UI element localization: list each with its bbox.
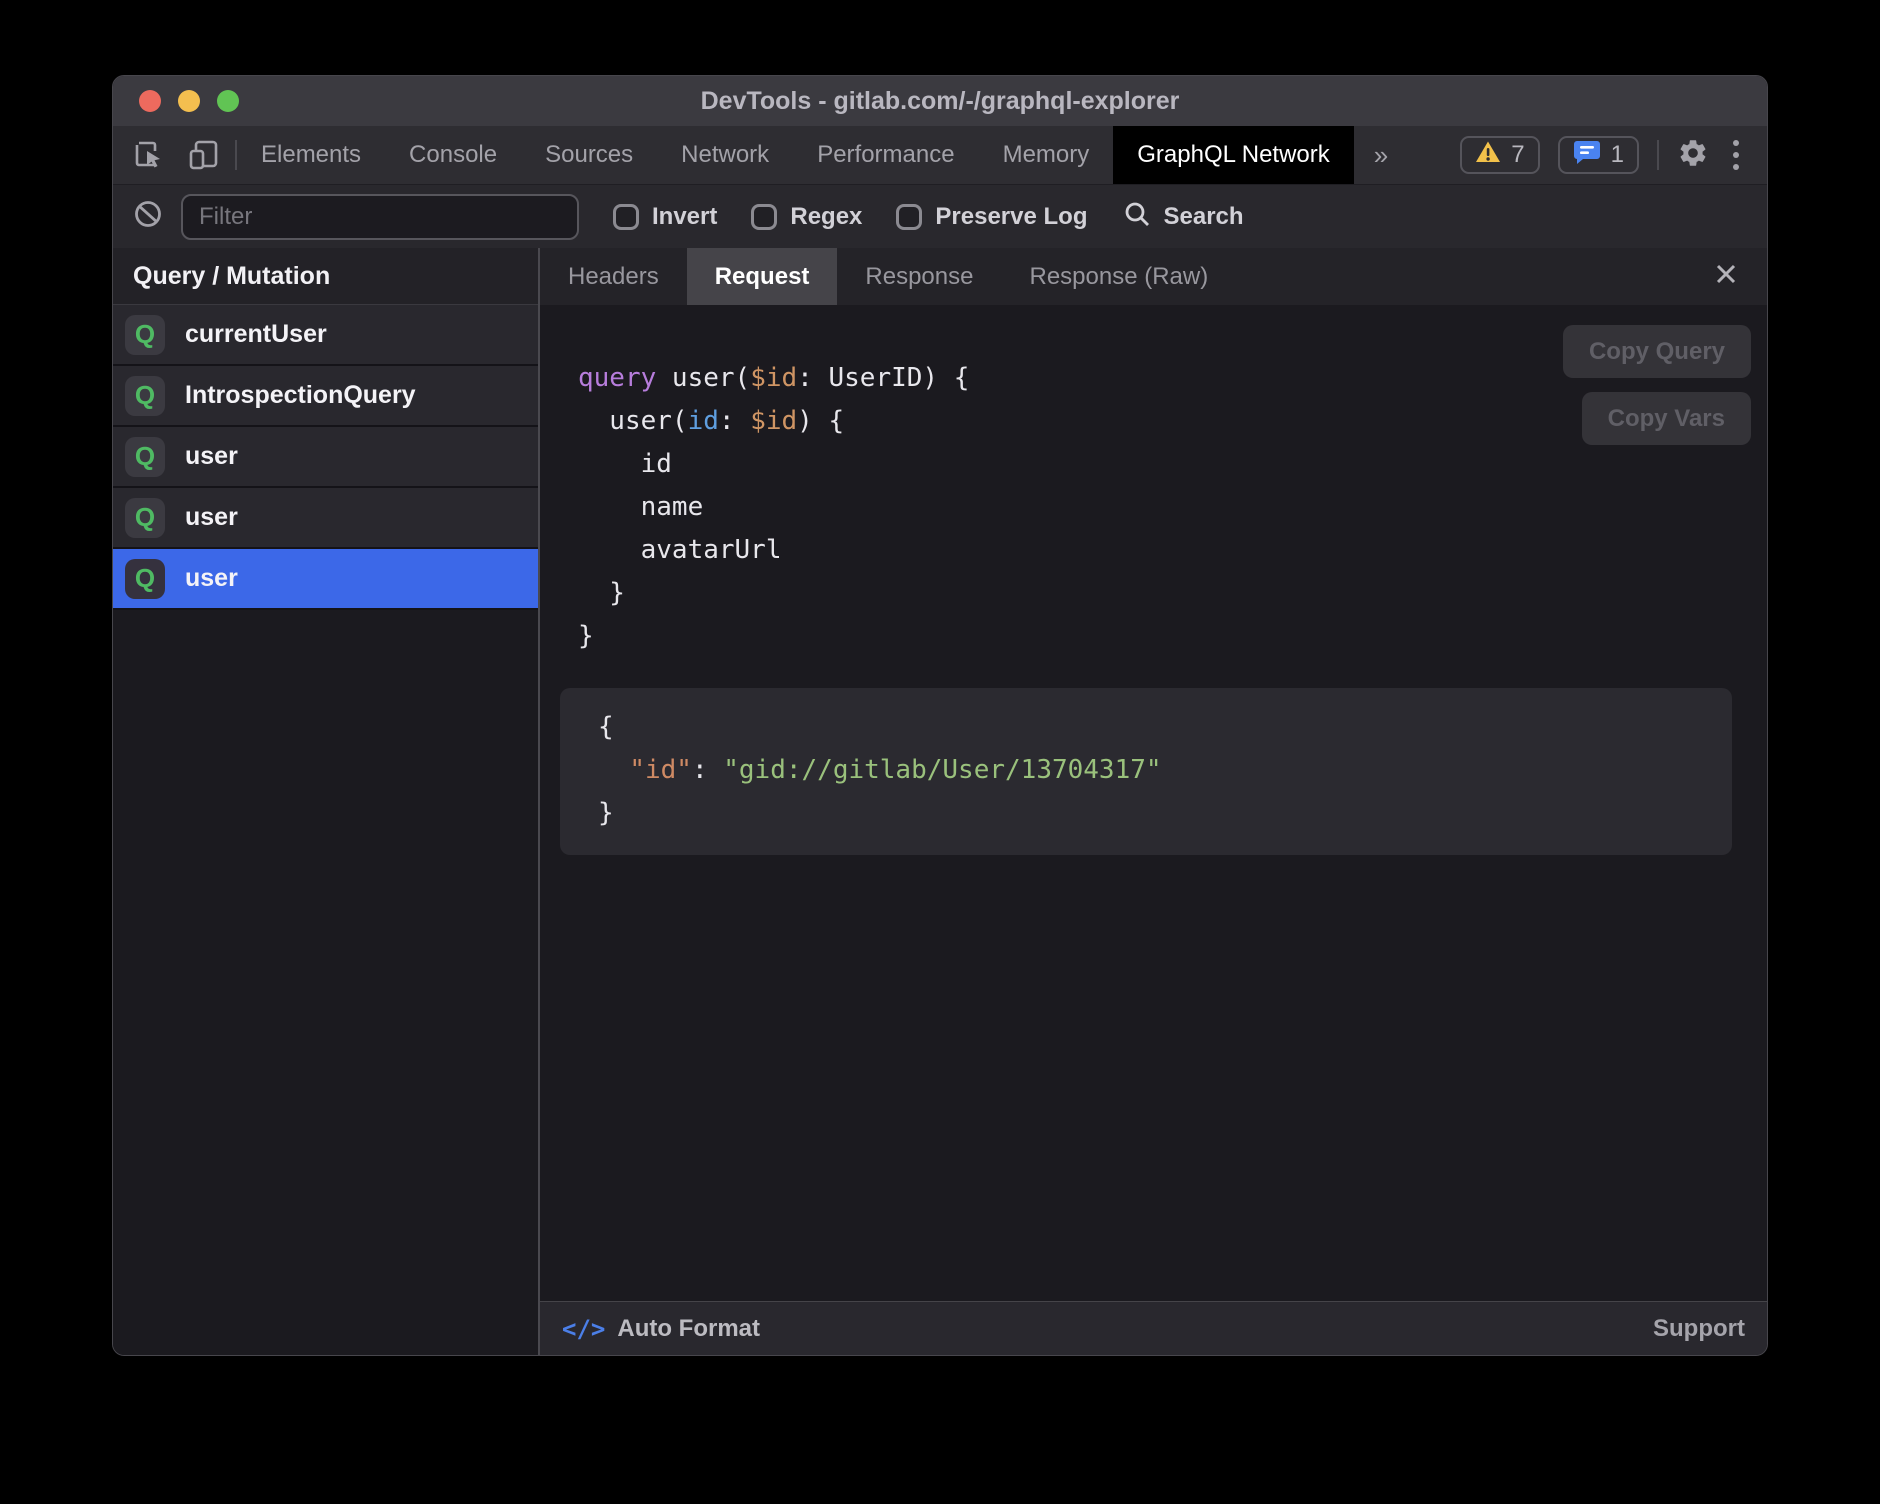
close-detail-icon[interactable] [1707, 255, 1745, 298]
checkbox-group-invert: Invert [613, 203, 717, 231]
checkbox-invert[interactable] [613, 204, 639, 230]
copy-vars-button[interactable]: Copy Vars [1582, 392, 1751, 445]
minimize-window-button[interactable] [178, 90, 200, 112]
clear-block-icon[interactable] [133, 199, 163, 234]
copy-query-button[interactable]: Copy Query [1563, 325, 1751, 378]
devtools-tab-network[interactable]: Network [657, 126, 793, 184]
warning-icon [1475, 140, 1501, 171]
devtools-toolbar: ElementsConsoleSourcesNetworkPerformance… [113, 126, 1767, 184]
toolbar-right-separator [1657, 140, 1659, 170]
auto-format-label: Auto Format [617, 1315, 760, 1343]
devtools-tab-graphql-network[interactable]: GraphQL Network [1113, 126, 1354, 184]
code-line: avatarUrl [578, 529, 1767, 572]
query-list-item[interactable]: Q IntrospectionQuery [113, 366, 538, 427]
detail-tab-headers[interactable]: Headers [540, 248, 687, 305]
devtools-tab-strip: ElementsConsoleSourcesNetworkPerformance… [237, 126, 1354, 184]
toolbar-left-icons [113, 126, 235, 184]
support-link[interactable]: Support [1653, 1315, 1745, 1343]
code-line: name [578, 486, 1767, 529]
inspect-element-icon[interactable] [133, 139, 165, 171]
variables-box: { "id": "gid://gitlab/User/13704317"} [560, 688, 1732, 855]
code-line: "id": "gid://gitlab/User/13704317" [598, 749, 1712, 792]
code-line: } [578, 572, 1767, 615]
checkbox-label: Invert [652, 203, 717, 231]
filter-input[interactable] [181, 194, 579, 240]
variables-code: { "id": "gid://gitlab/User/13704317"} [598, 706, 1712, 835]
devtools-window: DevTools - gitlab.com/-/graphql-explorer… [112, 75, 1768, 1356]
kebab-menu-icon[interactable] [1727, 140, 1745, 170]
query-type-badge: Q [125, 437, 165, 477]
query-list-header: Query / Mutation [113, 248, 538, 305]
more-tabs-button[interactable]: » [1354, 126, 1408, 184]
query-name-label: currentUser [185, 320, 327, 349]
checkbox-group-preserve-log: Preserve Log [896, 203, 1087, 231]
checkbox-group-regex: Regex [751, 203, 862, 231]
issues-count: 1 [1611, 141, 1624, 169]
devtools-tab-performance[interactable]: Performance [793, 126, 978, 184]
query-list-item[interactable]: Quser [113, 488, 538, 549]
copy-buttons: Copy Query Copy Vars [1563, 325, 1751, 445]
code-brackets-icon: </> [562, 1315, 605, 1343]
search-label: Search [1163, 203, 1243, 231]
detail-tab-response-raw-[interactable]: Response (Raw) [1001, 248, 1236, 305]
devtools-tab-elements[interactable]: Elements [237, 126, 385, 184]
query-list: QcurrentUserQIntrospectionQueryQuserQuse… [113, 305, 538, 610]
code-line: id [578, 443, 1767, 486]
auto-format-button[interactable]: </> Auto Format [562, 1315, 760, 1343]
toolbar-right-cluster: 7 1 [1460, 126, 1767, 184]
query-name-label: user [185, 442, 238, 471]
settings-gear-icon[interactable] [1677, 137, 1709, 174]
checkbox-label: Preserve Log [935, 203, 1087, 231]
search-button[interactable]: Search [1123, 200, 1243, 233]
detail-tab-response[interactable]: Response [837, 248, 1001, 305]
search-icon [1123, 200, 1151, 233]
query-list-item[interactable]: QcurrentUser [113, 305, 538, 366]
detail-tab-request[interactable]: Request [687, 248, 838, 305]
query-type-badge: Q [125, 315, 165, 355]
request-detail-panel: HeadersRequestResponseResponse (Raw) que… [540, 248, 1767, 1355]
query-name-label: user [185, 564, 238, 593]
warnings-badge[interactable]: 7 [1460, 136, 1539, 174]
devtools-tab-sources[interactable]: Sources [521, 126, 657, 184]
zoom-window-button[interactable] [217, 90, 239, 112]
checkbox-preserve-log[interactable] [896, 204, 922, 230]
devtools-tab-console[interactable]: Console [385, 126, 521, 184]
title-bar: DevTools - gitlab.com/-/graphql-explorer [113, 76, 1767, 126]
main-split: Query / Mutation QcurrentUserQIntrospect… [113, 248, 1767, 1355]
checkbox-regex[interactable] [751, 204, 777, 230]
filter-checkboxes: Invert Regex Preserve Log [579, 203, 1087, 231]
query-type-badge: Q [125, 559, 165, 599]
issues-badge[interactable]: 1 [1558, 136, 1639, 174]
traffic-lights [139, 76, 239, 126]
query-name-label: user [185, 503, 238, 532]
query-list-item[interactable]: Quser [113, 427, 538, 488]
code-line: } [598, 792, 1712, 835]
detail-footer: </> Auto Format Support [540, 1301, 1767, 1355]
window-title: DevTools - gitlab.com/-/graphql-explorer [701, 87, 1180, 116]
devtools-tab-memory[interactable]: Memory [979, 126, 1114, 184]
filter-bar: Invert Regex Preserve Log Search [113, 184, 1767, 248]
query-list-item[interactable]: Quser [113, 549, 538, 610]
code-line: { [598, 706, 1712, 749]
checkbox-label: Regex [790, 203, 862, 231]
query-list-panel: Query / Mutation QcurrentUserQIntrospect… [113, 248, 538, 1355]
chat-bubble-icon [1573, 139, 1601, 172]
query-type-badge: Q [125, 376, 165, 416]
code-line: } [578, 615, 1767, 658]
detail-tab-strip: HeadersRequestResponseResponse (Raw) [540, 248, 1767, 305]
device-toolbar-icon[interactable] [187, 139, 221, 171]
close-window-button[interactable] [139, 90, 161, 112]
query-type-badge: Q [125, 498, 165, 538]
warning-count: 7 [1511, 141, 1524, 169]
query-name-label: IntrospectionQuery [185, 381, 416, 410]
request-content: query user($id: UserID) { user(id: $id) … [540, 305, 1767, 1301]
